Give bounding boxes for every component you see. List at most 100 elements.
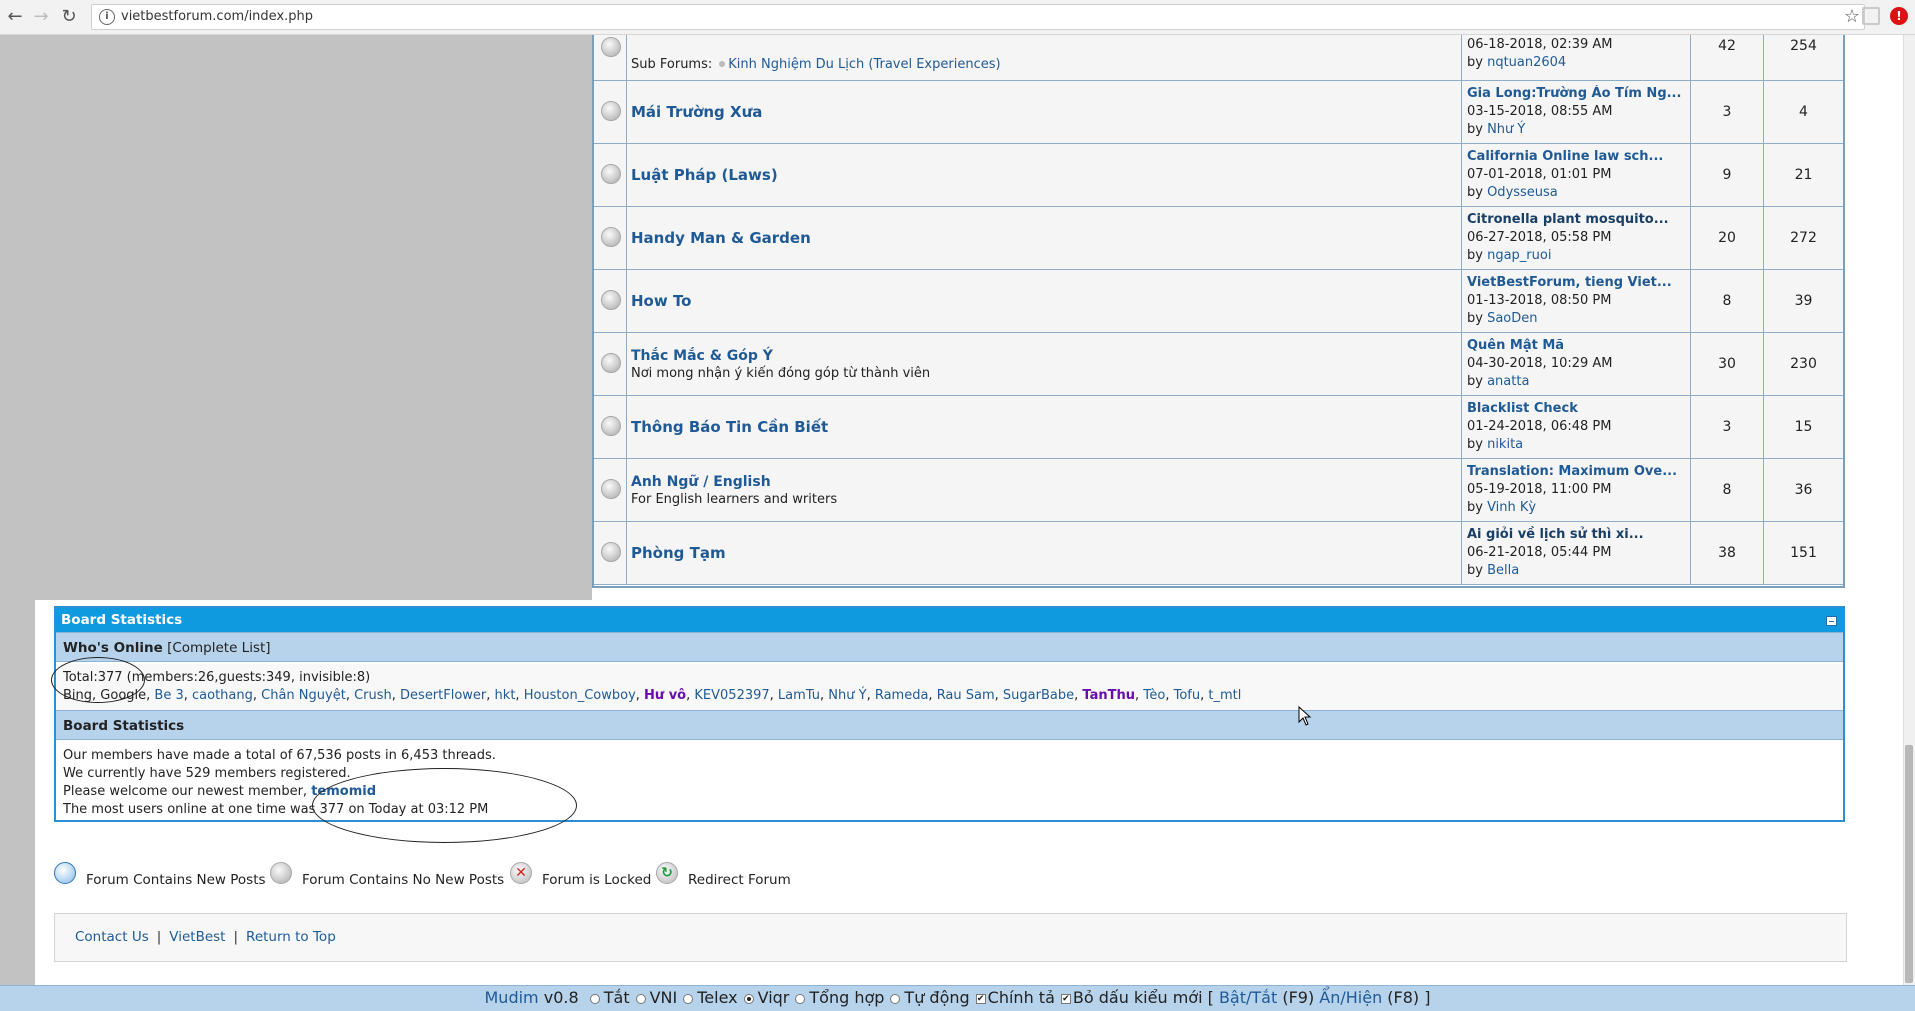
forum-row: Sub Forums: Kinh Nghiệm Du Lịch (Travel E… bbox=[594, 35, 1843, 81]
online-user-link[interactable]: Tofu bbox=[1174, 688, 1201, 703]
forum-name-cell: Thắc Mắc & Góp Ý Nơi mong nhận ý kiến đón… bbox=[627, 333, 1462, 395]
last-post-cell: Blacklist Check 01-24-2018, 06:48 PM by ni… bbox=[1462, 396, 1691, 458]
last-post-author-link[interactable]: SaoDen bbox=[1487, 311, 1537, 326]
radio-off[interactable] bbox=[589, 993, 600, 1004]
footer-links: Contact Us | VietBest | Return to Top bbox=[54, 913, 1847, 962]
url-text[interactable]: vietbestforum.com/index.php bbox=[121, 9, 313, 24]
radio-combo[interactable] bbox=[795, 993, 806, 1004]
last-post-title-link[interactable]: Ai giỏi về lịch sử thì xi... bbox=[1467, 526, 1685, 544]
online-user-link[interactable]: Hư vô bbox=[644, 688, 686, 703]
forum-name-cell: Anh Ngữ / English For English learners an… bbox=[627, 459, 1462, 521]
last-post-author-link[interactable]: Odysseusa bbox=[1487, 185, 1558, 200]
post-count: 21 bbox=[1764, 144, 1843, 206]
online-user-link[interactable]: Rameda bbox=[875, 688, 929, 703]
forum-name-cell: Thông Báo Tin Cần Biết bbox=[627, 396, 1462, 458]
vietbest-link[interactable]: VietBest bbox=[169, 929, 225, 945]
last-post-by: by Vinh Kỳ bbox=[1467, 500, 1537, 515]
last-post-by: by Như Ý bbox=[1467, 122, 1526, 137]
forum-name-link[interactable]: Thông Báo Tin Cần Biết bbox=[631, 418, 1457, 436]
online-user-link[interactable]: Chân Nguyệt bbox=[261, 688, 346, 703]
last-post-author-link[interactable]: anatta bbox=[1487, 374, 1529, 389]
online-users-block: Total:377 (members:26,guests:349, invisi… bbox=[56, 664, 1843, 710]
online-user-link[interactable]: KEV052397 bbox=[694, 688, 769, 703]
post-count: 39 bbox=[1764, 270, 1843, 332]
complete-list-link[interactable]: [Complete List] bbox=[167, 640, 271, 656]
left-sidebar-area bbox=[35, 35, 592, 600]
last-post-author-link[interactable]: nqtuan2604 bbox=[1487, 55, 1566, 70]
online-user-link[interactable]: caothang bbox=[192, 688, 253, 703]
last-post-by: by nqtuan2604 bbox=[1467, 55, 1567, 70]
last-post-date: 06-18-2018, 02:39 AM bbox=[1467, 37, 1613, 52]
bookmark-star-icon[interactable]: ☆ bbox=[1844, 6, 1860, 27]
online-user-link[interactable]: Rau Sam bbox=[937, 688, 995, 703]
return-to-top-link[interactable]: Return to Top bbox=[246, 929, 336, 945]
last-post-title-link[interactable]: California Online law sch... bbox=[1467, 148, 1685, 166]
extension-icon[interactable] bbox=[1862, 7, 1880, 25]
thread-count: 8 bbox=[1691, 270, 1764, 332]
forum-name-link[interactable]: Handy Man & Garden bbox=[631, 229, 1457, 247]
last-post-title-link[interactable]: Citronella plant mosquito... bbox=[1467, 211, 1685, 229]
forum-status-cell bbox=[594, 207, 627, 269]
show-hide-link[interactable]: Ẩn/Hiện bbox=[1319, 988, 1382, 1007]
forum-name-link[interactable]: Thắc Mắc & Góp Ý bbox=[631, 348, 1457, 364]
forum-no-new-posts-icon bbox=[601, 164, 621, 184]
online-user-link[interactable]: SugarBabe bbox=[1003, 688, 1074, 703]
online-user-link[interactable]: hkt bbox=[495, 688, 516, 703]
toggle-link[interactable]: Bật/Tắt bbox=[1219, 988, 1277, 1007]
online-user-link[interactable]: Be 3 bbox=[154, 688, 183, 703]
last-post-author-link[interactable]: nikita bbox=[1487, 437, 1523, 452]
extension-alert-icon[interactable]: ! bbox=[1890, 7, 1908, 25]
reload-icon[interactable]: ↻ bbox=[58, 6, 80, 28]
last-post-cell: Translation: Maximum Ove... 05-19-2018, 1… bbox=[1462, 459, 1691, 521]
info-icon[interactable]: i bbox=[99, 9, 115, 25]
address-bar[interactable]: i vietbestforum.com/index.php ☆ bbox=[91, 4, 1865, 30]
last-post-date: 01-13-2018, 08:50 PM bbox=[1467, 293, 1612, 308]
mudim-brand[interactable]: Mudim bbox=[485, 988, 539, 1007]
forum-name-link[interactable]: Phòng Tạm bbox=[631, 544, 1457, 562]
last-post-title-link[interactable]: Translation: Maximum Ove... bbox=[1467, 463, 1685, 481]
radio-viqr[interactable] bbox=[743, 993, 754, 1004]
online-user-link[interactable]: Tèo bbox=[1143, 688, 1165, 703]
sub-forum-link[interactable]: Kinh Nghiệm Du Lịch (Travel Experiences) bbox=[728, 57, 1000, 72]
last-post-date: 03-15-2018, 08:55 AM bbox=[1467, 104, 1613, 119]
thread-count: 30 bbox=[1691, 333, 1764, 395]
forum-status-cell bbox=[594, 35, 627, 80]
radio-telex[interactable] bbox=[683, 993, 694, 1004]
online-user-link[interactable]: Như Ý bbox=[828, 688, 866, 703]
mouse-cursor-icon bbox=[1298, 706, 1312, 726]
forward-icon[interactable]: → bbox=[30, 6, 52, 28]
forum-name-link[interactable]: Anh Ngữ / English bbox=[631, 474, 1457, 490]
radio-auto[interactable] bbox=[890, 993, 901, 1004]
online-user-link[interactable]: TanThu bbox=[1082, 688, 1135, 703]
collapse-icon[interactable] bbox=[1826, 616, 1837, 626]
last-post-title-link[interactable]: Blacklist Check bbox=[1467, 400, 1685, 418]
last-post-author-link[interactable]: Bella bbox=[1487, 563, 1519, 578]
thread-count: 42 bbox=[1691, 35, 1764, 80]
locked-icon: ✕ bbox=[510, 862, 532, 884]
radio-vni[interactable] bbox=[635, 993, 646, 1004]
new-accent-checkbox[interactable]: ✔ bbox=[1060, 993, 1071, 1004]
spell-check-checkbox[interactable]: ✔ bbox=[975, 993, 986, 1004]
last-post-cell: Ai giỏi về lịch sử thì xi... 06-21-2018, … bbox=[1462, 522, 1691, 584]
forum-status-cell bbox=[594, 81, 627, 143]
contact-us-link[interactable]: Contact Us bbox=[75, 929, 149, 945]
last-post-title-link[interactable]: Quên Mật Mã bbox=[1467, 337, 1685, 355]
last-post-title-link[interactable]: Gia Long:Trường Áo Tím Ng... bbox=[1467, 85, 1685, 103]
last-post-author-link[interactable]: Vinh Kỳ bbox=[1487, 500, 1536, 515]
scrollbar-thumb[interactable] bbox=[1905, 745, 1913, 983]
last-post-title-link[interactable]: VietBestForum, tieng Viet... bbox=[1467, 274, 1685, 292]
online-user-link[interactable]: DesertFlower bbox=[400, 688, 486, 703]
forum-name-cell: How To bbox=[627, 270, 1462, 332]
online-user-link[interactable]: LamTu bbox=[778, 688, 820, 703]
forum-name-link[interactable]: Mái Trường Xưa bbox=[631, 103, 1457, 121]
online-user-link[interactable]: Houston_Cowboy bbox=[524, 688, 636, 703]
last-post-author-link[interactable]: ngap_ruoi bbox=[1487, 248, 1551, 263]
annotation-ellipse-record bbox=[312, 768, 577, 843]
online-user-link[interactable]: Crush bbox=[354, 688, 392, 703]
forum-name-link[interactable]: Luật Pháp (Laws) bbox=[631, 166, 1457, 184]
online-user-link[interactable]: t_mtl bbox=[1208, 688, 1241, 703]
back-icon[interactable]: ← bbox=[4, 6, 26, 28]
sub-forum-bullet-icon bbox=[719, 61, 726, 67]
last-post-author-link[interactable]: Như Ý bbox=[1487, 122, 1525, 137]
forum-name-link[interactable]: How To bbox=[631, 292, 1457, 310]
